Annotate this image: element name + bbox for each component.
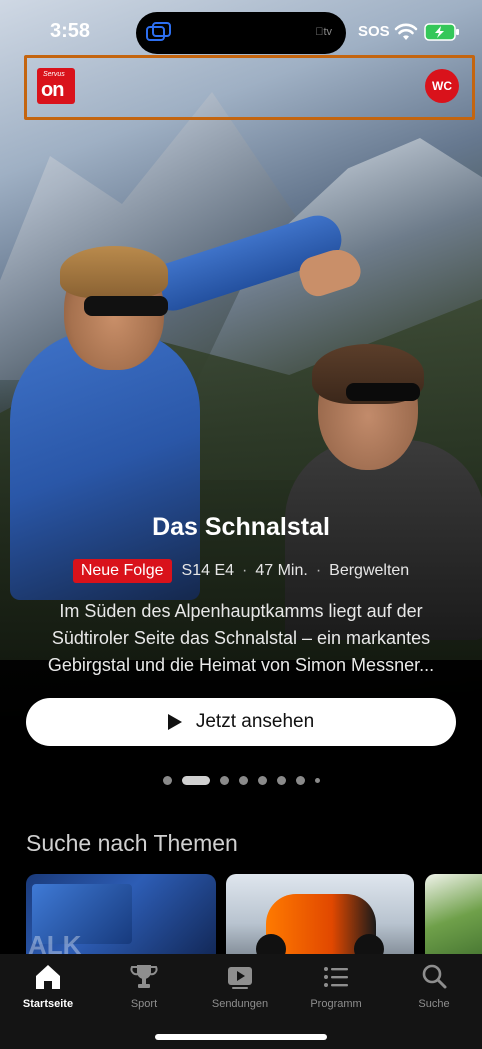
- logo-script: Servus: [43, 71, 65, 78]
- pager-dot[interactable]: [162, 776, 172, 785]
- wifi-icon: [394, 23, 418, 40]
- screen-mirror-icon: [146, 22, 171, 41]
- topic-card-nature[interactable]: [425, 874, 482, 954]
- status-bar: 3:58 tv SOS: [0, 0, 482, 60]
- hero-image[interactable]: [0, 0, 482, 800]
- episode-category: Bergwelten: [329, 562, 410, 579]
- pager-dot[interactable]: [238, 776, 248, 785]
- profile-avatar[interactable]: WC: [425, 69, 459, 103]
- status-time: 3:58: [50, 20, 91, 42]
- pager-dot[interactable]: [295, 776, 305, 785]
- home-indicator[interactable]: [155, 1034, 327, 1040]
- tab-sendungen[interactable]: Sendungen: [192, 962, 288, 1010]
- tab-label: Sendungen: [211, 998, 269, 1010]
- tab-suche[interactable]: Suche: [386, 962, 482, 1010]
- pager-dot[interactable]: [219, 776, 229, 785]
- pager-dot[interactable]: [257, 776, 267, 785]
- separator-dot: ·: [315, 562, 322, 579]
- hiker-woman-sunglasses: [346, 383, 420, 401]
- hiker-man-sunglasses: [84, 296, 168, 316]
- pager-dot[interactable]: [181, 776, 210, 785]
- play-icon: [167, 714, 182, 730]
- tab-label: Sport: [130, 998, 158, 1010]
- header-highlight: [24, 55, 475, 120]
- logo-on: on: [41, 79, 64, 101]
- servus-on-logo[interactable]: Servus on: [37, 68, 75, 104]
- hero-title: Das Schnalstal: [152, 513, 330, 541]
- carousel-pager[interactable]: [0, 776, 482, 785]
- list-icon: [324, 967, 348, 987]
- watch-now-label: Jetzt ansehen: [195, 711, 315, 732]
- hero-meta: Neue Folge S14 E4 · 47 Min. · Bergwelten: [0, 559, 482, 583]
- episode-duration: 47 Min.: [255, 562, 308, 579]
- pager-dot[interactable]: [314, 778, 320, 783]
- tab-label: Programm: [310, 998, 362, 1010]
- topic-card-talk[interactable]: ALK: [26, 874, 216, 954]
- bike-wheel: [354, 934, 384, 954]
- hiker-man-hair: [60, 246, 168, 298]
- topic-card-motorsport[interactable]: [226, 874, 414, 954]
- separator-dot: ·: [242, 562, 248, 579]
- home-icon: [36, 965, 60, 989]
- dynamic-island: tv: [136, 12, 346, 54]
- appletv-label: tv: [315, 26, 332, 38]
- topic-carousel[interactable]: ALK: [26, 874, 482, 954]
- search-icon: [422, 964, 447, 989]
- tab-label: Startseite: [22, 998, 74, 1010]
- play-screen-icon: [228, 967, 252, 989]
- watch-now-button[interactable]: Jetzt ansehen: [26, 698, 456, 746]
- tab-programm[interactable]: Programm: [288, 962, 384, 1010]
- tab-startseite[interactable]: Startseite: [0, 962, 96, 1010]
- battery-charging-icon: [424, 23, 459, 41]
- trophy-icon: [130, 965, 158, 988]
- episode-number: S14 E4: [181, 562, 235, 579]
- studio-backdrop: ALK: [28, 930, 82, 954]
- sos-indicator: SOS: [358, 23, 390, 40]
- tab-label: Suche: [418, 998, 450, 1010]
- hero-description: Im Süden des Alpenhauptkamms liegt auf d…: [47, 601, 435, 675]
- section-title: Suche nach Themen: [26, 830, 238, 856]
- tab-sport[interactable]: Sport: [96, 962, 192, 1010]
- new-episode-badge: Neue Folge: [72, 559, 172, 583]
- pager-dot[interactable]: [276, 776, 286, 785]
